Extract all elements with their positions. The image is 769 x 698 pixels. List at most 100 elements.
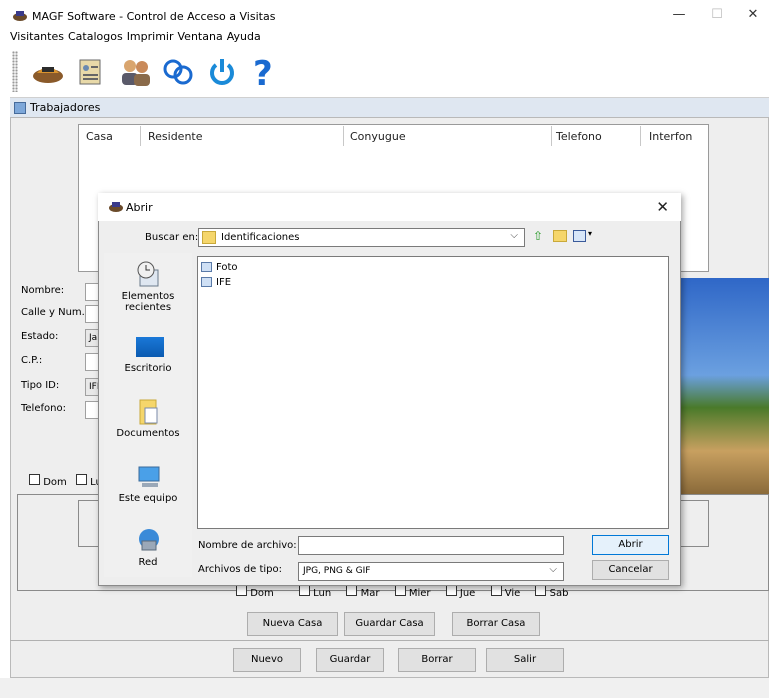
column-header-telefono[interactable]: Telefono — [556, 130, 602, 143]
estado-label: Estado: — [21, 331, 59, 342]
day-label: Sab — [549, 588, 569, 599]
search-button[interactable] — [158, 53, 198, 91]
guardar-casa-button[interactable]: Guardar Casa — [344, 612, 435, 636]
menu-ventana[interactable]: Ventana — [176, 30, 225, 43]
column-header-residente[interactable]: Residente — [148, 130, 203, 143]
close-button[interactable]: ✕ — [738, 6, 768, 24]
checkbox-lun-lower[interactable] — [298, 585, 310, 596]
borrar-button[interactable]: Borrar — [398, 648, 476, 672]
file-name: IFE — [216, 276, 232, 288]
chevron-down-icon: ⌵ — [510, 230, 518, 241]
place-escritorio-label: Escritorio — [124, 363, 172, 374]
file-name: Foto — [216, 261, 238, 273]
menu-catalogos[interactable]: Catalogos — [66, 30, 125, 43]
day-label: Jue — [459, 588, 476, 599]
new-folder-icon[interactable] — [553, 230, 567, 242]
place-recientes-label: Elementos recientes — [121, 291, 175, 313]
view-menu-arrow-icon[interactable]: ▾ — [588, 229, 592, 238]
checkbox-sab-lower[interactable] — [535, 585, 547, 596]
nuevo-button[interactable]: Nuevo — [233, 648, 301, 672]
place-recientes[interactable]: Elementos recientes — [104, 260, 192, 322]
help-button[interactable]: ? — [244, 53, 284, 91]
place-red-label: Red — [138, 557, 158, 568]
documents-icon — [139, 399, 158, 425]
place-red[interactable]: Red — [104, 527, 192, 571]
look-in-combo[interactable]: Identificaciones ⌵ — [198, 228, 525, 247]
abrir-button[interactable]: Abrir — [592, 535, 669, 555]
frame-icon — [14, 102, 26, 114]
separator — [10, 640, 769, 641]
status-bar — [0, 678, 769, 698]
guardar-button[interactable]: Guardar — [316, 648, 384, 672]
day-label: Mier — [408, 588, 431, 599]
cancelar-button[interactable]: Cancelar — [592, 560, 669, 580]
checkbox-mier-lower[interactable] — [394, 585, 406, 596]
dialog-app-icon — [109, 202, 123, 212]
dialog-close-icon[interactable]: ✕ — [656, 198, 669, 216]
recent-items-icon — [137, 261, 159, 287]
power-icon — [210, 59, 234, 85]
toolbar-grip[interactable] — [12, 51, 18, 92]
internal-frame-title-bar[interactable]: Trabajadores — [10, 98, 769, 118]
menu-ayuda[interactable]: Ayuda — [225, 30, 263, 43]
help-icon: ? — [253, 55, 273, 89]
view-menu-icon[interactable] — [573, 230, 586, 242]
file-item-foto[interactable]: Foto — [201, 261, 238, 273]
checkbox-vie-lower[interactable] — [490, 585, 502, 596]
car-button[interactable] — [28, 53, 68, 91]
maximize-button[interactable]: ☐ — [702, 6, 732, 24]
checkbox-dom-label: Dom — [43, 477, 67, 488]
window-title: MAGF Software - Control de Acceso a Visi… — [32, 10, 276, 23]
tipo-id-label: Tipo ID: — [21, 380, 60, 391]
checkbox-dom-lower[interactable] — [236, 585, 247, 596]
borrar-casa-button[interactable]: Borrar Casa — [452, 612, 540, 636]
minimize-button[interactable]: — — [664, 6, 694, 24]
filename-label: Nombre de archivo: — [198, 540, 297, 551]
nueva-casa-button[interactable]: Nueva Casa — [247, 612, 338, 636]
column-header-interfon[interactable]: Interfon — [649, 130, 692, 143]
day-label: Lun — [313, 588, 332, 599]
place-documentos[interactable]: Documentos — [104, 398, 192, 442]
menu-imprimir[interactable]: Imprimir — [125, 30, 176, 43]
column-divider — [140, 126, 141, 146]
people-button[interactable] — [116, 53, 156, 91]
days-row-upper: Dom Lu — [29, 474, 102, 488]
filename-input[interactable] — [298, 536, 564, 555]
filetype-combo[interactable]: JPG, PNG & GIF ⌵ — [298, 562, 564, 581]
file-item-ife[interactable]: IFE — [201, 276, 231, 288]
folder-icon — [202, 231, 216, 244]
menu-visitantes[interactable]: Visitantes — [0, 30, 66, 43]
calle-label: Calle y Num.: — [21, 307, 89, 318]
column-header-casa[interactable]: Casa — [86, 130, 113, 143]
checkbox-dom[interactable] — [29, 474, 40, 485]
file-list[interactable]: Foto IFE — [197, 256, 669, 529]
photo-image — [680, 278, 769, 494]
up-folder-icon[interactable]: ⇧ — [533, 229, 543, 243]
car-icon — [33, 67, 63, 83]
app-icon — [13, 11, 27, 21]
filetype-value: JPG, PNG & GIF — [303, 566, 371, 576]
id-card-button[interactable] — [70, 53, 110, 91]
column-header-conyugue[interactable]: Conyugue — [350, 130, 406, 143]
dialog-title: Abrir — [126, 201, 153, 214]
dialog-title-bar[interactable]: Abrir ✕ — [98, 193, 681, 221]
people-icon — [122, 60, 150, 86]
nombre-label: Nombre: — [21, 285, 65, 296]
column-divider — [640, 126, 641, 146]
power-button[interactable] — [202, 53, 242, 91]
telefono-label: Telefono: — [21, 403, 66, 414]
look-in-value: Identificaciones — [221, 232, 300, 243]
day-label: Mar — [360, 588, 380, 599]
cp-label: C.P.: — [21, 355, 43, 366]
place-este-equipo[interactable]: Este equipo — [104, 465, 192, 507]
salir-button[interactable]: Salir — [486, 648, 564, 672]
menu-bar: Visitantes Catalogos Imprimir Ventana Ayuda — [0, 30, 769, 46]
checkbox-lun[interactable] — [75, 474, 87, 485]
checkbox-jue-lower[interactable] — [445, 585, 457, 596]
chevron-down-icon: ⌵ — [549, 564, 557, 575]
internal-frame-title: Trabajadores — [30, 101, 101, 114]
place-escritorio[interactable]: Escritorio — [104, 337, 192, 377]
day-label: Dom — [250, 588, 274, 599]
checkbox-mar-lower[interactable] — [346, 585, 358, 596]
network-icon — [139, 529, 159, 551]
